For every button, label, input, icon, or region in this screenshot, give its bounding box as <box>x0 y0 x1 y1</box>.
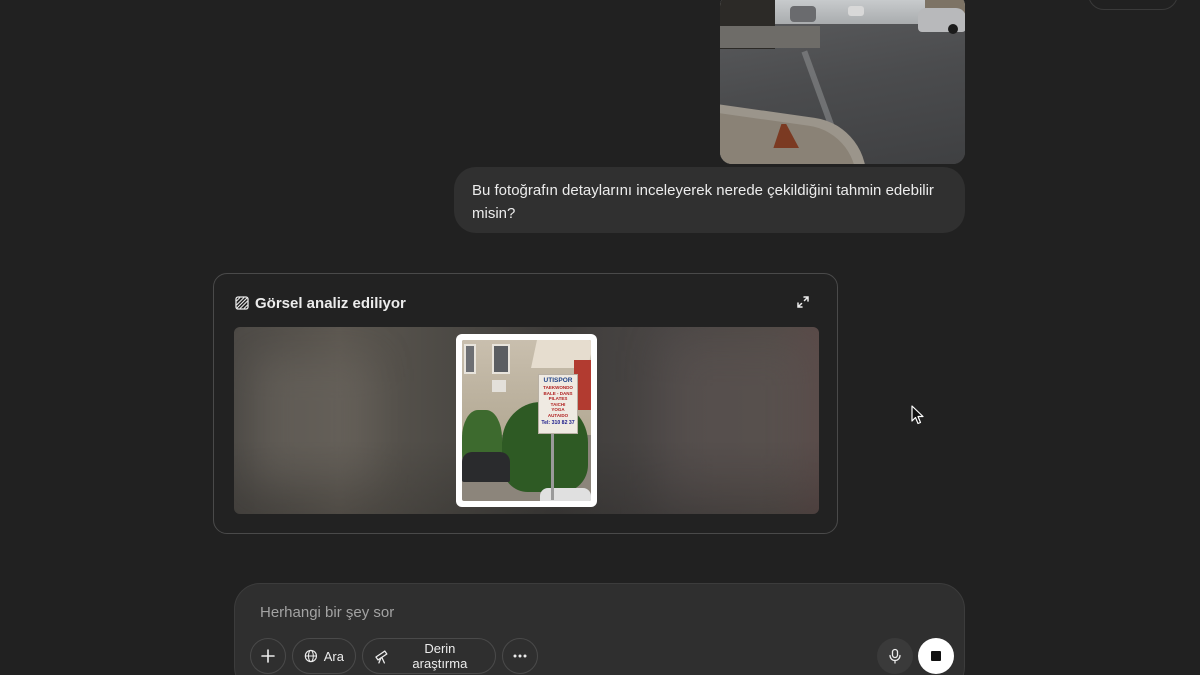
mouse-cursor-icon <box>911 405 924 425</box>
deep-research-button[interactable]: Derin araştırma <box>362 638 496 674</box>
expand-icon <box>797 296 809 308</box>
voice-input-button[interactable] <box>877 638 913 674</box>
search-button-label: Ara <box>323 648 344 664</box>
user-attached-photo[interactable] <box>720 0 965 164</box>
analysis-title: Görsel analiz ediliyor <box>255 294 406 312</box>
sign-phone: Tel: 310 82 37 <box>541 419 575 426</box>
image-analysis-icon <box>235 296 249 310</box>
sign-line: AUTAIDO <box>547 412 569 418</box>
user-message-bubble: Bu fotoğrafın detaylarını inceleyerek ne… <box>454 167 965 233</box>
deep-research-label: Derin araştırma <box>412 641 468 671</box>
photo-car-wheel <box>948 24 958 34</box>
photo-sidewalk <box>720 26 820 48</box>
analysis-header: Görsel analiz ediliyor <box>235 293 406 313</box>
search-button[interactable]: Ara <box>292 638 356 674</box>
expand-button[interactable] <box>795 294 811 310</box>
chat-page: Bu fotoğrafın detaylarını inceleyerek ne… <box>0 0 1200 675</box>
photo-car <box>848 6 864 16</box>
add-attachment-button[interactable] <box>250 638 286 674</box>
image-preview-strip: UTISPOR TAEKWONDO BALE - DANS PILATES TA… <box>234 327 819 514</box>
stop-generation-button[interactable] <box>918 638 954 674</box>
sign-heading: UTISPOR <box>543 377 573 384</box>
telescope-icon <box>375 650 388 664</box>
image-analysis-card: Görsel analiz ediliyor UTISPOR TAEKWONDO… <box>213 273 838 534</box>
top-right-control[interactable] <box>1088 0 1178 10</box>
thumb-car <box>540 488 591 501</box>
thumb-window <box>492 344 510 374</box>
microphone-icon <box>889 648 901 664</box>
photo-car <box>790 6 816 22</box>
more-tools-button[interactable] <box>502 638 538 674</box>
analysis-crop-thumbnail[interactable]: UTISPOR TAEKWONDO BALE - DANS PILATES TA… <box>456 334 597 507</box>
thumb-window <box>464 344 476 374</box>
ellipsis-icon <box>513 654 527 658</box>
prompt-input[interactable] <box>260 601 860 623</box>
thumb-street-sign: UTISPOR TAEKWONDO BALE - DANS PILATES TA… <box>538 374 578 434</box>
globe-icon <box>304 649 318 663</box>
plus-icon <box>261 649 275 663</box>
thumb-ac-unit <box>492 380 506 392</box>
user-message-text: Bu fotoğrafın detaylarını inceleyerek ne… <box>472 182 934 222</box>
thumb-car <box>462 452 510 482</box>
stop-icon <box>931 651 941 661</box>
thumb-sign-pole <box>551 430 554 500</box>
message-composer: Ara Derin araştırma <box>234 583 965 675</box>
thumbnail-image: UTISPOR TAEKWONDO BALE - DANS PILATES TA… <box>462 340 591 501</box>
